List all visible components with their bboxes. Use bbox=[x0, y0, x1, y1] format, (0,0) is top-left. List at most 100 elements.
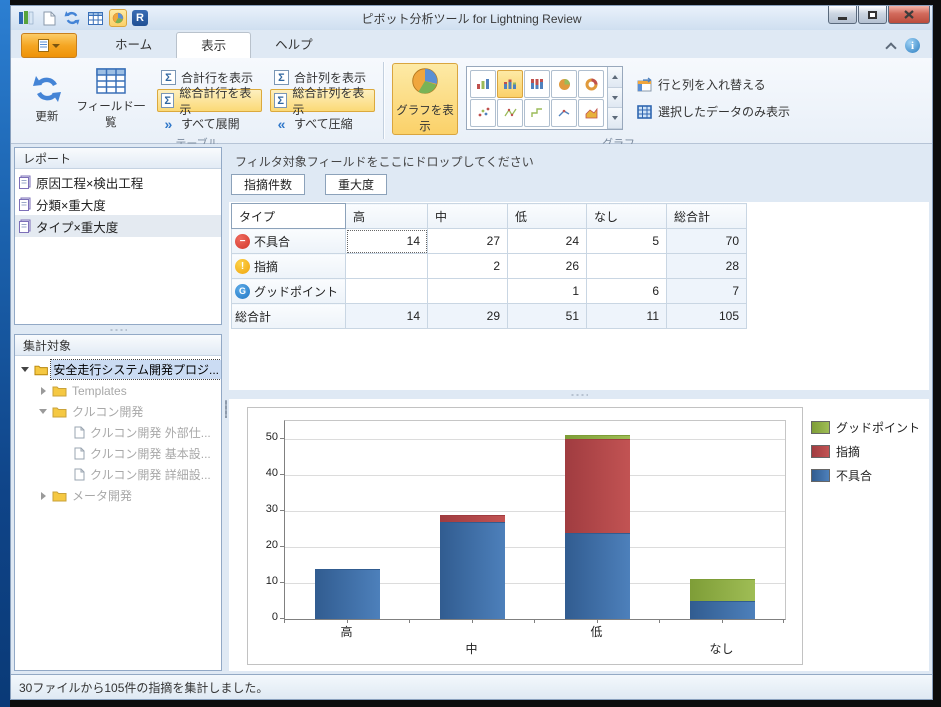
update-label: 更新 bbox=[35, 108, 58, 124]
cell[interactable] bbox=[346, 254, 428, 279]
scatter-chart-icon[interactable] bbox=[470, 99, 496, 127]
column-chart-icon[interactable] bbox=[470, 70, 496, 98]
collapse-node-icon[interactable] bbox=[37, 409, 49, 414]
percent-column-chart-icon[interactable] bbox=[524, 70, 550, 98]
tree-node-crucon[interactable]: クルコン開発 bbox=[15, 401, 221, 422]
row-header-goodpoint[interactable]: Gグッドポイント bbox=[232, 279, 346, 304]
gallery-scroll-up[interactable] bbox=[608, 67, 622, 88]
cell-total[interactable]: 11 bbox=[587, 304, 667, 329]
report-item-selected[interactable]: タイプ×重大度 bbox=[15, 215, 221, 237]
tree-node-templates[interactable]: Templates bbox=[15, 380, 221, 401]
cell-total[interactable]: 7 bbox=[667, 279, 747, 304]
cell[interactable]: 1 bbox=[508, 279, 587, 304]
sigma-icon bbox=[161, 93, 174, 108]
collapse-ribbon-icon[interactable] bbox=[885, 42, 896, 53]
table-icon[interactable] bbox=[86, 9, 104, 27]
tree-node-file[interactable]: クルコン開発 詳細設... bbox=[15, 464, 221, 485]
cell-grand-total[interactable]: 105 bbox=[667, 304, 747, 329]
cell[interactable]: 5 bbox=[587, 229, 667, 254]
area-chart-icon[interactable] bbox=[578, 99, 604, 127]
x-axis-tick bbox=[534, 619, 535, 623]
file-icon bbox=[74, 468, 85, 481]
gallery-scroll-down[interactable] bbox=[608, 88, 622, 109]
tree-node-label: メータ開発 bbox=[70, 486, 134, 505]
close-icon bbox=[904, 10, 914, 19]
row-header-finding[interactable]: !指摘 bbox=[232, 254, 346, 279]
gallery-scrollbar bbox=[607, 67, 622, 129]
gridline bbox=[285, 439, 785, 440]
expand-all-label: すべて展開 bbox=[181, 115, 240, 132]
row-field-button[interactable]: タイプ bbox=[232, 204, 346, 229]
line-chart-icon[interactable] bbox=[551, 99, 577, 127]
cell-total[interactable]: 28 bbox=[667, 254, 747, 279]
cell-selected[interactable]: 14 bbox=[346, 229, 428, 254]
tree-node-label: クルコン開発 外部仕... bbox=[88, 423, 213, 442]
report-item[interactable]: 原因工程×検出工程 bbox=[15, 171, 221, 193]
refresh-icon[interactable] bbox=[63, 9, 81, 27]
value-field-button[interactable]: 指摘件数 bbox=[231, 174, 305, 195]
app-icon[interactable] bbox=[17, 9, 35, 27]
cell[interactable] bbox=[428, 279, 508, 304]
application-menu-button[interactable] bbox=[21, 33, 77, 58]
panel-splitter[interactable] bbox=[222, 147, 229, 671]
report-item[interactable]: 分類×重大度 bbox=[15, 193, 221, 215]
show-graph-button[interactable]: グラフを表示 bbox=[392, 63, 458, 135]
chart-splitter[interactable] bbox=[229, 390, 929, 399]
new-document-icon[interactable] bbox=[40, 9, 58, 27]
close-button[interactable] bbox=[888, 6, 930, 24]
step-line-chart-icon[interactable] bbox=[524, 99, 550, 127]
cell-total[interactable]: 70 bbox=[667, 229, 747, 254]
row-header-defect[interactable]: −不具合 bbox=[232, 229, 346, 254]
cell[interactable]: 24 bbox=[508, 229, 587, 254]
tree-node-project[interactable]: 安全走行システム開発プロジ... bbox=[15, 359, 221, 380]
swap-rows-columns-button[interactable]: 行と列を入れ替える bbox=[637, 76, 790, 93]
maximize-button[interactable] bbox=[858, 6, 887, 24]
cell[interactable]: 27 bbox=[428, 229, 508, 254]
pie-chart-type-icon[interactable] bbox=[551, 70, 577, 98]
bar-segment-不具合 bbox=[315, 569, 380, 619]
x-axis-tick bbox=[783, 619, 784, 623]
tab-home[interactable]: ホーム bbox=[91, 32, 176, 58]
gallery-expand[interactable] bbox=[608, 108, 622, 129]
cell[interactable]: 2 bbox=[428, 254, 508, 279]
sidebar-splitter[interactable] bbox=[14, 325, 222, 334]
y-axis-tick-label: 30 bbox=[248, 503, 278, 515]
legend-swatch bbox=[811, 421, 830, 434]
cell[interactable]: 6 bbox=[587, 279, 667, 304]
field-list-button[interactable]: フィールド一覧 bbox=[75, 63, 147, 135]
swap-icon bbox=[637, 77, 652, 92]
collapse-all-button[interactable]: すべて圧縮 bbox=[270, 112, 375, 135]
cell-total[interactable]: 51 bbox=[508, 304, 587, 329]
donut-chart-icon[interactable] bbox=[578, 70, 604, 98]
info-icon[interactable] bbox=[905, 38, 920, 53]
cell[interactable] bbox=[346, 279, 428, 304]
show-grand-total-column-toggle[interactable]: 総合計列を表示 bbox=[270, 89, 375, 112]
expand-all-button[interactable]: すべて展開 bbox=[157, 112, 262, 135]
tab-help[interactable]: ヘルプ bbox=[251, 32, 337, 58]
cell[interactable]: 26 bbox=[508, 254, 587, 279]
expand-node-icon[interactable] bbox=[37, 387, 49, 395]
cell-total[interactable]: 14 bbox=[346, 304, 428, 329]
report-item-label: タイプ×重大度 bbox=[36, 217, 118, 236]
minimize-button[interactable] bbox=[828, 6, 857, 24]
collapse-all-label: すべて圧縮 bbox=[294, 115, 353, 132]
show-selected-data-only-button[interactable]: 選択したデータのみ表示 bbox=[637, 103, 790, 120]
bar-segment-指摘 bbox=[440, 515, 505, 522]
update-button[interactable]: 更新 bbox=[19, 63, 75, 135]
column-field-button[interactable]: 重大度 bbox=[325, 174, 387, 195]
lightning-review-logo[interactable]: R bbox=[132, 10, 148, 26]
tree-node-file[interactable]: クルコン開発 基本設... bbox=[15, 443, 221, 464]
expand-node-icon[interactable] bbox=[37, 492, 49, 500]
tree-node-file[interactable]: クルコン開発 外部仕... bbox=[15, 422, 221, 443]
tree-node-meter[interactable]: メータ開発 bbox=[15, 485, 221, 506]
show-grand-total-row-toggle[interactable]: 総合計行を表示 bbox=[157, 89, 262, 112]
filter-drop-zone[interactable]: フィルタ対象フィールドをここにドロップしてください bbox=[229, 147, 929, 172]
stacked-column-chart-icon[interactable] bbox=[497, 70, 523, 98]
cell[interactable] bbox=[587, 254, 667, 279]
pie-chart-icon[interactable] bbox=[109, 9, 127, 27]
scatter-line-chart-icon[interactable] bbox=[497, 99, 523, 127]
collapse-node-icon[interactable] bbox=[19, 367, 31, 372]
cell-total[interactable]: 29 bbox=[428, 304, 508, 329]
selected-only-label: 選択したデータのみ表示 bbox=[658, 103, 790, 120]
tab-view[interactable]: 表示 bbox=[176, 32, 251, 58]
